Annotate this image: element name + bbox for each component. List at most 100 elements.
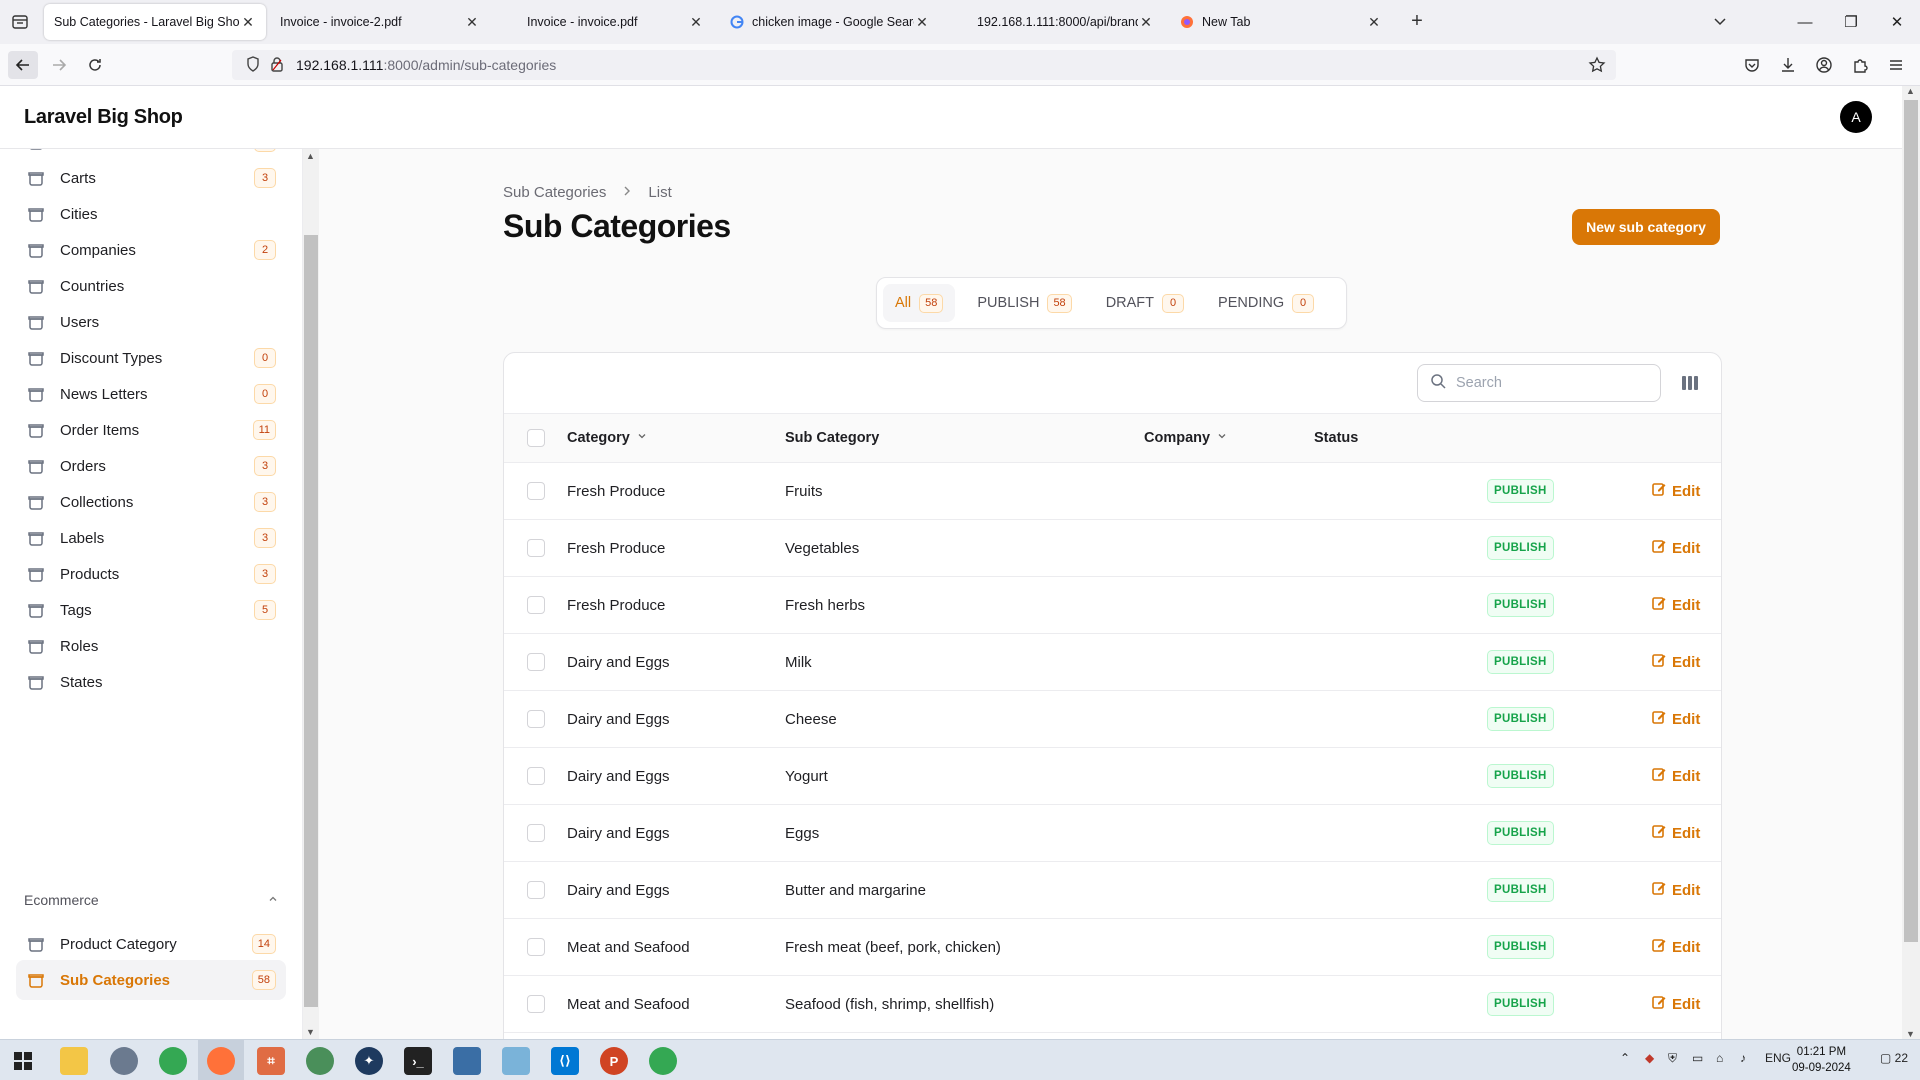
sidebar-group-ecommerce[interactable]: Ecommerce	[24, 892, 279, 908]
powerpoint-icon[interactable]: P	[600, 1047, 628, 1075]
minimize-icon[interactable]: —	[1782, 0, 1828, 44]
scroll-up-arrow-icon[interactable]: ▲	[306, 151, 315, 161]
tray-network-icon[interactable]: ⌂	[1716, 1051, 1723, 1065]
reload-icon[interactable]	[80, 51, 110, 79]
row-checkbox[interactable]	[527, 653, 545, 671]
xampp-icon[interactable]: ⌗	[257, 1047, 285, 1075]
close-icon[interactable]: ✕	[1366, 14, 1382, 31]
edit-button[interactable]: Edit	[1652, 539, 1700, 557]
sidebar-item-products[interactable]: Products 3	[16, 554, 286, 594]
breadcrumb-sub-categories[interactable]: Sub Categories	[503, 184, 606, 201]
browser-tab-new-tab[interactable]: New Tab ✕	[1170, 4, 1392, 40]
edit-button[interactable]: Edit	[1652, 653, 1700, 671]
store-icon[interactable]	[453, 1047, 481, 1075]
close-icon[interactable]: ✕	[464, 14, 480, 31]
row-checkbox[interactable]	[527, 482, 545, 500]
close-icon[interactable]: ✕	[1138, 14, 1154, 31]
row-checkbox[interactable]	[527, 881, 545, 899]
browser-tab-google-search[interactable]: chicken image - Google Search ✕	[720, 4, 940, 40]
tab-overflow-chevron-icon[interactable]	[1710, 12, 1734, 32]
browser-tab-invoice-2[interactable]: Invoice - invoice-2.pdf ✕	[270, 4, 490, 40]
scrollbar-thumb[interactable]	[304, 235, 318, 1007]
close-icon[interactable]: ✕	[688, 14, 704, 31]
sort-chevron-icon[interactable]	[1216, 430, 1228, 446]
row-checkbox[interactable]	[527, 710, 545, 728]
search-input[interactable]	[1456, 375, 1646, 391]
edit-button[interactable]: Edit	[1652, 881, 1700, 899]
app-icon[interactable]: ✦	[355, 1047, 383, 1075]
chevron-up-icon[interactable]	[267, 892, 279, 908]
tray-security-icon[interactable]: ⛨	[1668, 1051, 1677, 1066]
new-tab-plus-icon[interactable]: +	[1403, 8, 1431, 36]
bookmark-star-icon[interactable]	[1588, 56, 1606, 77]
sidebar-item-roles[interactable]: Roles	[16, 626, 286, 666]
tab-pending[interactable]: PENDING 0	[1206, 284, 1326, 322]
avatar[interactable]: A	[1840, 101, 1872, 133]
row-checkbox[interactable]	[527, 824, 545, 842]
chrome-2-icon[interactable]	[649, 1047, 677, 1075]
edit-button[interactable]: Edit	[1652, 767, 1700, 785]
sidebar-item-product-category[interactable]: Product Category 14	[16, 924, 286, 964]
sidebar-item-orders[interactable]: Orders 3	[16, 446, 286, 486]
tab-draft[interactable]: DRAFT 0	[1094, 284, 1196, 322]
chrome-icon[interactable]	[159, 1047, 187, 1075]
brand-logo-text[interactable]: Laravel Big Shop	[24, 106, 183, 129]
window-close-icon[interactable]: ✕	[1874, 0, 1920, 44]
scroll-up-arrow-icon[interactable]: ▲	[1906, 86, 1915, 96]
notifications-icon[interactable]: ▢ 22	[1880, 1051, 1908, 1065]
shield-icon[interactable]	[246, 55, 260, 75]
search-box[interactable]	[1417, 364, 1661, 402]
scroll-down-arrow-icon[interactable]: ▼	[306, 1027, 315, 1037]
tray-battery-icon[interactable]: ▭	[1692, 1051, 1703, 1065]
tab-all[interactable]: All 58	[883, 284, 956, 322]
column-category[interactable]: Category	[567, 430, 648, 446]
back-arrow-icon[interactable]	[8, 51, 38, 79]
sidebar-item-sub-categories[interactable]: Sub Categories 58	[16, 960, 286, 1000]
sidebar-item-order-items[interactable]: Order Items 11	[16, 410, 286, 450]
edit-button[interactable]: Edit	[1652, 482, 1700, 500]
sort-chevron-icon[interactable]	[636, 430, 648, 446]
sidebar-scrollbar[interactable]: ▲ ▼	[303, 149, 319, 1039]
sidebar-item-countries[interactable]: Countries	[16, 266, 286, 306]
sidebar-item-collections[interactable]: Collections 3	[16, 482, 286, 522]
row-checkbox[interactable]	[527, 539, 545, 557]
vscode-icon[interactable]: ⟨⟩	[551, 1047, 579, 1075]
extensions-icon[interactable]	[1849, 54, 1871, 76]
sidebar-item-cities[interactable]: Cities	[16, 194, 286, 234]
url-bar[interactable]: 192.168.1.111:8000/admin/sub-categories	[232, 50, 1616, 80]
row-checkbox[interactable]	[527, 596, 545, 614]
tray-volume-icon[interactable]: ♪	[1740, 1051, 1746, 1065]
select-all-checkbox[interactable]	[527, 429, 545, 447]
tray-app-icon[interactable]: ◆	[1645, 1051, 1654, 1065]
row-checkbox[interactable]	[527, 938, 545, 956]
firefox-taskbar-icon[interactable]	[207, 1047, 235, 1075]
tab-list-icon[interactable]	[10, 12, 30, 32]
restore-icon[interactable]: ❐	[1828, 0, 1874, 44]
sidebar-item-carts[interactable]: Carts 3	[16, 158, 286, 198]
edit-button[interactable]: Edit	[1652, 995, 1700, 1013]
tray-chevron-up-icon[interactable]: ⌃	[1620, 1051, 1630, 1065]
column-company[interactable]: Company	[1144, 430, 1228, 446]
edit-button[interactable]: Edit	[1652, 824, 1700, 842]
page-scrollbar[interactable]: ▲ ▼	[1902, 86, 1920, 1039]
download-icon[interactable]	[1777, 54, 1799, 76]
hamburger-menu-icon[interactable]	[1885, 54, 1907, 76]
new-sub-category-button[interactable]: New sub category	[1572, 209, 1720, 245]
sidebar-item-companies[interactable]: Companies 2	[16, 230, 286, 270]
scrollbar-thumb[interactable]	[1904, 100, 1918, 942]
settings-app-icon[interactable]	[110, 1047, 138, 1075]
sidebar-item-states[interactable]: States	[16, 662, 286, 702]
browser-tab-invoice[interactable]: Invoice - invoice.pdf ✕	[517, 4, 714, 40]
row-checkbox[interactable]	[527, 995, 545, 1013]
sidebar-item-labels[interactable]: Labels 3	[16, 518, 286, 558]
close-icon[interactable]: ✕	[240, 14, 256, 31]
lock-icon[interactable]	[270, 56, 284, 75]
edit-button[interactable]: Edit	[1652, 938, 1700, 956]
file-explorer-icon[interactable]	[60, 1047, 88, 1075]
sidebar-item-news-letters[interactable]: News Letters 0	[16, 374, 286, 414]
tray-language[interactable]: ENG	[1765, 1051, 1791, 1065]
browser-tab-sub-categories[interactable]: Sub Categories - Laravel Big Shop ✕	[44, 4, 266, 40]
edit-button[interactable]: Edit	[1652, 596, 1700, 614]
chrome-profile-icon[interactable]	[306, 1047, 334, 1075]
close-icon[interactable]: ✕	[914, 14, 930, 31]
